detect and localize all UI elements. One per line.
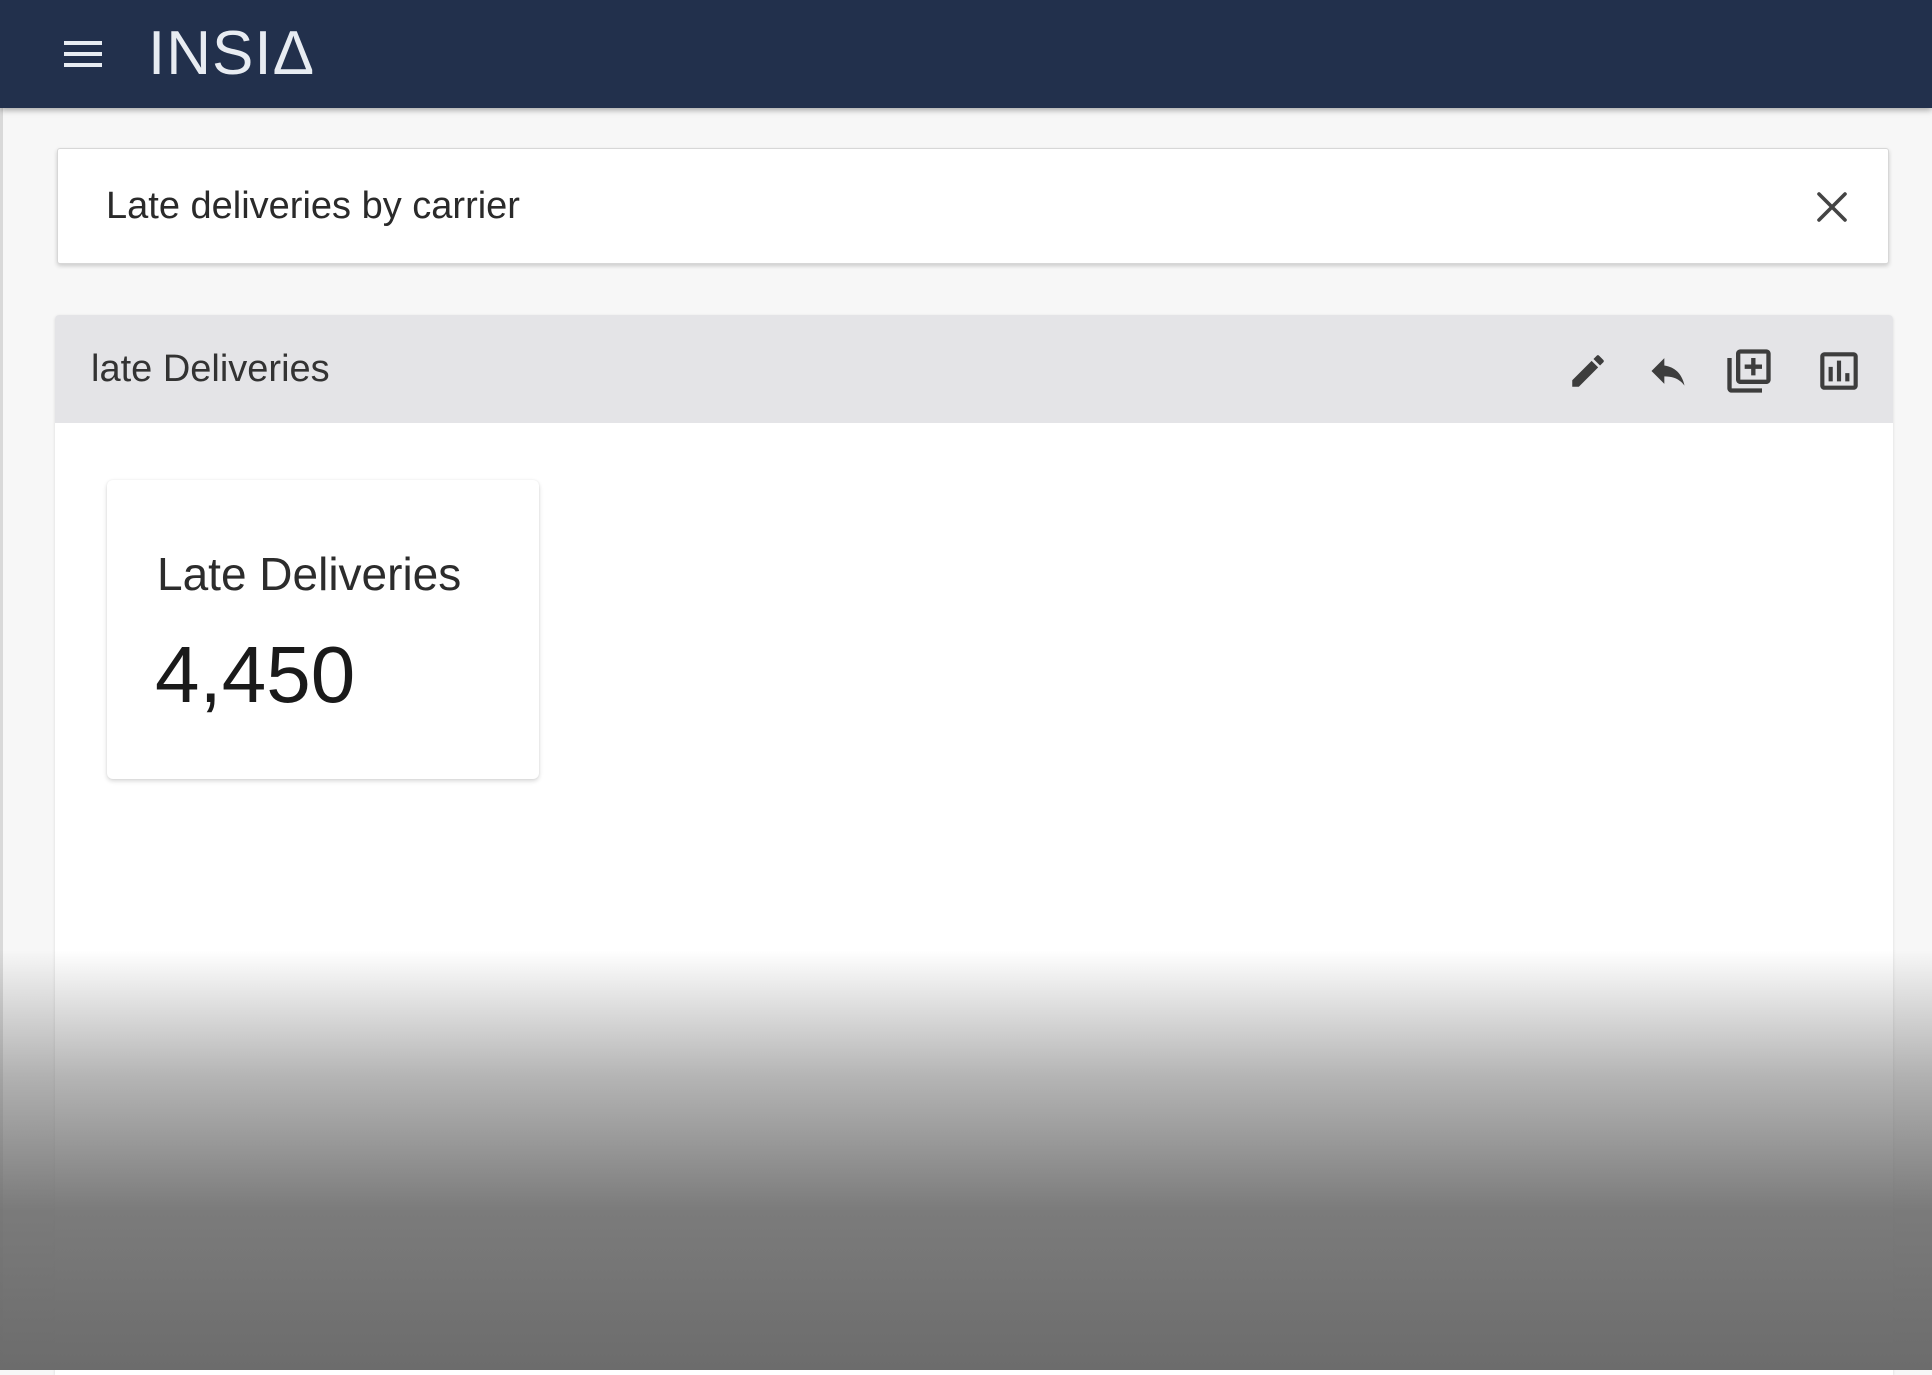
pencil-icon — [1572, 355, 1604, 387]
menu-button[interactable] — [58, 34, 108, 74]
kpi-label: Late Deliveries — [157, 548, 462, 600]
search-bar — [57, 148, 1889, 264]
top-app-bar: INSIΔ — [0, 0, 1932, 108]
edit-button[interactable] — [1560, 343, 1616, 399]
hamburger-menu-icon — [64, 41, 102, 67]
clear-search-button[interactable] — [1810, 185, 1854, 229]
add-to-dashboard-button[interactable] — [1721, 343, 1777, 399]
panel-header: late Deliveries — [55, 315, 1893, 423]
close-icon — [1817, 192, 1847, 222]
reply-button[interactable] — [1640, 343, 1696, 399]
search-input[interactable] — [106, 173, 1806, 239]
bar-chart-icon — [1820, 352, 1858, 390]
panel-title: late Deliveries — [91, 348, 330, 390]
result-panel: late Deliveries Late Deliveries 4,450 — [55, 315, 1893, 1375]
change-chart-button[interactable] — [1811, 343, 1867, 399]
left-edge-divider — [0, 108, 3, 1370]
add-box-icon — [1727, 349, 1771, 393]
app-logo[interactable]: INSIΔ — [148, 20, 315, 88]
reply-arrow-icon — [1651, 358, 1685, 386]
kpi-value: 4,450 — [155, 630, 356, 719]
kpi-card[interactable]: Late Deliveries 4,450 — [107, 480, 539, 779]
